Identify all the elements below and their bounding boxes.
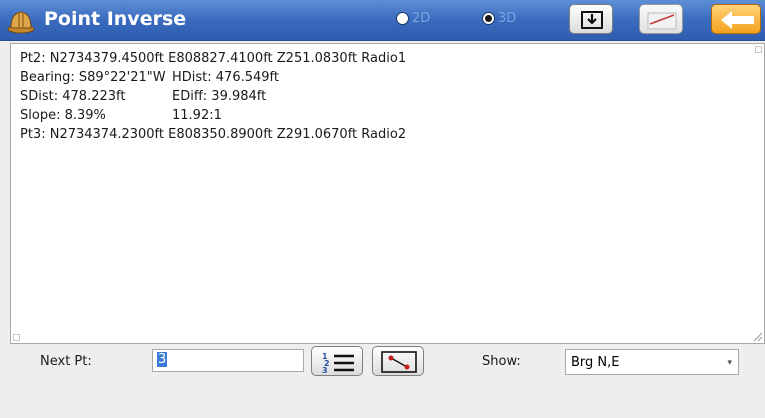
mode-3d-radio[interactable]: 3D [482,11,516,26]
next-pt-label: Next Pt: [40,354,92,369]
results-panel[interactable]: Pt2: N2734379.4500ft E808827.4100ft Z251… [10,43,765,344]
bearing-value: Bearing: S89°22'21"W [20,70,166,85]
ediff-value: EDiff: 39.984ft [172,89,267,104]
radio-3d-indicator[interactable] [482,12,495,25]
numbered-list-icon: 1 2 3 [322,352,354,375]
map-points-icon [381,351,417,373]
mode-3d-label: 3D [498,11,517,26]
hdist-value: HDist: 476.549ft [172,70,279,85]
point-list-button[interactable]: 1 2 3 [311,346,363,376]
chevron-down-icon: ▾ [727,358,732,368]
page-title: Point Inverse [44,8,187,30]
slope-ratio: 11.92:1 [172,108,222,123]
pt3-coordinates: Pt3: N2734374.2300ft E808350.8900ft Z291… [20,127,407,142]
next-pt-input[interactable]: 3 [152,349,304,372]
title-bar: Point Inverse 2D 3D [0,0,765,41]
import-tray-icon [581,11,603,29]
show-label: Show: [482,354,521,369]
sdist-value: SDist: 478.223ft [20,89,126,104]
scroll-up-arrow[interactable] [755,46,762,53]
back-button[interactable] [711,4,761,34]
back-arrow-icon [721,11,754,29]
import-button[interactable] [569,4,613,34]
next-pt-value: 3 [157,352,168,367]
scroll-left-arrow[interactable] [13,334,20,341]
mode-2d-label: 2D [412,11,431,26]
svg-text:3: 3 [322,366,328,375]
edit-button[interactable] [639,4,683,34]
hard-hat-icon [7,11,35,34]
mode-2d-radio[interactable]: 2D [396,11,430,26]
map-select-button[interactable] [372,346,424,376]
pt2-coordinates: Pt2: N2734379.4500ft E808827.4100ft Z251… [20,51,407,66]
show-select[interactable]: Brg N,E ▾ [565,349,739,375]
edit-line-icon [647,12,677,30]
resize-grip-icon[interactable] [753,332,763,342]
slope-percent: Slope: 8.39% [20,108,106,123]
radio-2d-indicator[interactable] [396,12,409,25]
show-selected-value: Brg N,E [571,355,620,370]
